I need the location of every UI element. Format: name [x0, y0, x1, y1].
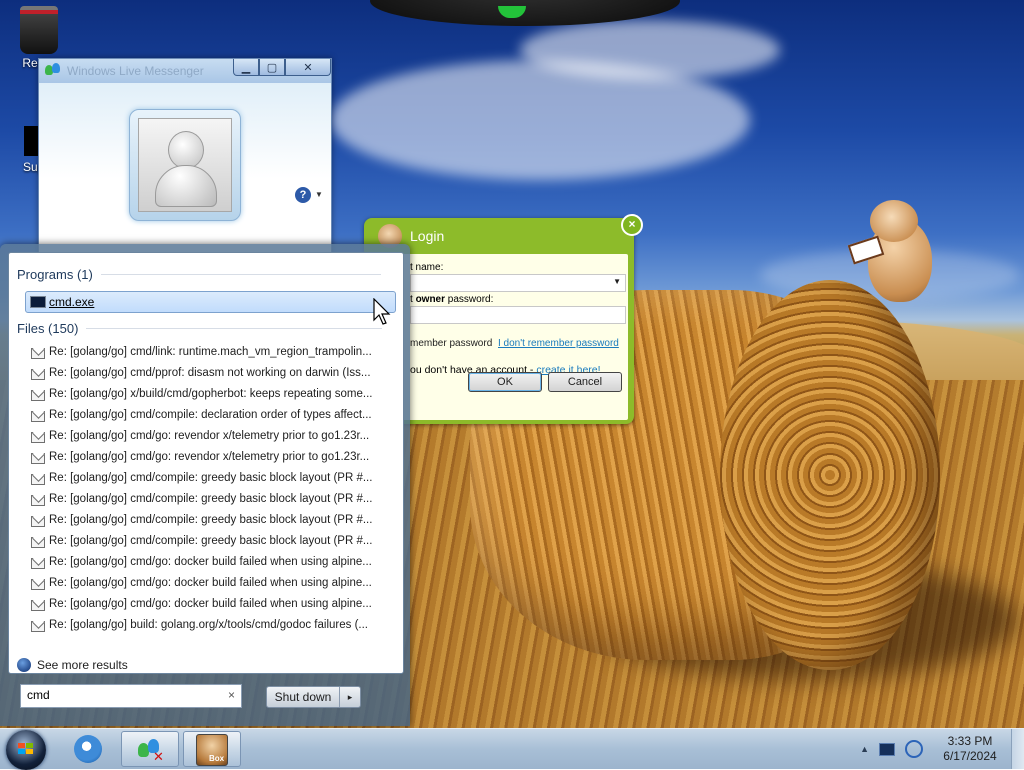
- shutdown-options-arrow-icon[interactable]: ▸: [340, 687, 360, 707]
- cloud: [520, 20, 780, 80]
- file-result-label: Re: [golang/go] cmd/go: revendor x/telem…: [49, 451, 370, 463]
- taskbar-item-messenger[interactable]: ✕: [121, 731, 179, 767]
- avatar[interactable]: [129, 109, 241, 221]
- login-close-button[interactable]: ×: [621, 214, 643, 236]
- file-result-label: Re: [golang/go] x/build/cmd/gopherbot: k…: [49, 388, 373, 400]
- email-message-icon: [31, 537, 45, 548]
- file-result-label: Re: [golang/go] cmd/compile: greedy basi…: [49, 472, 373, 484]
- help-icon[interactable]: ?: [295, 187, 311, 203]
- messenger-window[interactable]: Windows Live Messenger ▁ ▢ ✕ ? ▼: [38, 58, 332, 260]
- file-result-item[interactable]: Re: [golang/go] cmd/compile: declaration…: [25, 406, 395, 426]
- file-result-label: Re: [golang/go] cmd/compile: greedy basi…: [49, 514, 373, 526]
- email-message-icon: [31, 558, 45, 569]
- clear-search-icon[interactable]: ×: [228, 688, 235, 702]
- file-result-label: Re: [golang/go] cmd/go: docker build fai…: [49, 577, 372, 589]
- email-message-icon: [31, 579, 45, 590]
- password-field[interactable]: [410, 306, 626, 324]
- programs-header: Programs (1): [17, 267, 381, 282]
- email-message-icon: [31, 432, 45, 443]
- email-message-icon: [31, 390, 45, 401]
- see-more-label: See more results: [37, 658, 128, 672]
- search-orb-icon: [17, 658, 31, 672]
- file-result-label: Re: [golang/go] cmd/compile: greedy basi…: [49, 535, 373, 547]
- system-tray: ▲ 3:33 PM 6/17/2024: [860, 729, 1024, 769]
- files-header: Files (150): [17, 321, 383, 336]
- search-input-container[interactable]: ×: [20, 684, 242, 708]
- email-message-icon: [31, 411, 45, 422]
- minimize-button[interactable]: ▁: [233, 59, 259, 76]
- close-button[interactable]: ✕: [285, 59, 331, 76]
- clock-time: 3:33 PM: [947, 734, 993, 748]
- messenger-title: Windows Live Messenger: [67, 64, 204, 78]
- cancel-button[interactable]: Cancel: [548, 372, 622, 392]
- file-result-label: Re: [golang/go] cmd/go: docker build fai…: [49, 556, 372, 568]
- email-message-icon: [31, 474, 45, 485]
- show-desktop-button[interactable]: [1011, 729, 1024, 769]
- file-result-label: Re: [golang/go] build: golang.org/x/tool…: [49, 619, 368, 631]
- hamster-gadget[interactable]: [847, 200, 938, 302]
- ok-button[interactable]: OK: [468, 372, 542, 392]
- login-title: Login: [410, 228, 445, 244]
- shutdown-button[interactable]: Shut down: [267, 687, 340, 707]
- file-result-item[interactable]: Re: [golang/go] x/build/cmd/gopherbot: k…: [25, 385, 395, 405]
- taskbar: ✕ Box ▲ 3:33 PM 6/17/2024: [0, 728, 1024, 770]
- email-message-icon: [31, 495, 45, 506]
- cmd-icon: [30, 296, 46, 308]
- clock-date: 6/17/2024: [943, 749, 997, 763]
- ie-icon[interactable]: [74, 735, 102, 763]
- search-results-pane: Programs (1) cmd.exe Files (150) Re: [go…: [8, 252, 404, 674]
- start-menu[interactable]: Programs (1) cmd.exe Files (150) Re: [go…: [0, 244, 410, 726]
- forgot-password-link[interactable]: I don't remember password: [498, 338, 619, 349]
- file-result-item[interactable]: Re: [golang/go] cmd/compile: greedy basi…: [25, 511, 395, 531]
- clock[interactable]: 3:33 PM 6/17/2024: [935, 734, 1005, 764]
- file-result-item[interactable]: Re: [golang/go] cmd/go: docker build fai…: [25, 574, 395, 594]
- see-more-results-link[interactable]: See more results: [17, 658, 128, 672]
- remember-password-checkbox[interactable]: member password: [410, 338, 492, 349]
- messenger-titlebar[interactable]: Windows Live Messenger ▁ ▢ ✕: [39, 59, 331, 83]
- program-label: cmd.exe: [49, 295, 95, 309]
- file-result-label: Re: [golang/go] cmd/link: runtime.mach_v…: [49, 346, 372, 358]
- file-result-item[interactable]: Re: [golang/go] build: golang.org/x/tool…: [25, 616, 395, 636]
- taskbar-item-box[interactable]: Box: [183, 731, 241, 767]
- email-message-icon: [31, 369, 45, 380]
- file-result-item[interactable]: Re: [golang/go] cmd/compile: greedy basi…: [25, 532, 395, 552]
- file-result-item[interactable]: Re: [golang/go] cmd/compile: greedy basi…: [25, 469, 395, 489]
- email-message-icon: [31, 621, 45, 632]
- hamster-box-icon: Box: [196, 734, 228, 766]
- file-result-item[interactable]: Re: [golang/go] cmd/link: runtime.mach_v…: [25, 343, 395, 363]
- start-button[interactable]: [6, 730, 46, 770]
- chevron-down-icon: ▼: [613, 277, 621, 286]
- show-hidden-icons-icon[interactable]: ▲: [860, 744, 869, 754]
- messenger-logo-icon: [45, 63, 63, 77]
- email-message-icon: [31, 348, 45, 359]
- network-icon[interactable]: [905, 740, 923, 758]
- file-result-item[interactable]: Re: [golang/go] cmd/go: docker build fai…: [25, 553, 395, 573]
- file-result-label: Re: [golang/go] cmd/compile: greedy basi…: [49, 493, 373, 505]
- account-select[interactable]: ▼: [410, 274, 626, 292]
- email-message-icon: [31, 453, 45, 464]
- recycle-bin-icon: [20, 6, 58, 54]
- file-result-label: Re: [golang/go] cmd/go: revendor x/telem…: [49, 430, 370, 442]
- file-result-label: Re: [golang/go] cmd/go: docker build fai…: [49, 598, 372, 610]
- file-result-item[interactable]: Re: [golang/go] cmd/compile: greedy basi…: [25, 490, 395, 510]
- email-message-icon: [31, 516, 45, 527]
- shutdown-button-group: Shut down ▸: [266, 686, 361, 708]
- file-result-item[interactable]: Re: [golang/go] cmd/go: docker build fai…: [25, 595, 395, 615]
- file-result-label: Re: [golang/go] cmd/pprof: disasm not wo…: [49, 367, 371, 379]
- chevron-down-icon[interactable]: ▼: [315, 190, 323, 199]
- program-item-cmd[interactable]: cmd.exe: [25, 291, 396, 313]
- file-result-item[interactable]: Re: [golang/go] cmd/go: revendor x/telem…: [25, 427, 395, 447]
- windows-logo-icon: [18, 743, 34, 755]
- messenger-icon: ✕: [136, 737, 164, 764]
- file-result-item[interactable]: Re: [golang/go] cmd/go: revendor x/telem…: [25, 448, 395, 468]
- search-input[interactable]: [21, 685, 217, 705]
- email-message-icon: [31, 600, 45, 611]
- maximize-button[interactable]: ▢: [259, 59, 285, 76]
- file-result-label: Re: [golang/go] cmd/compile: declaration…: [49, 409, 372, 421]
- action-center-icon[interactable]: [879, 742, 895, 756]
- password-label: t owner password:: [410, 294, 494, 305]
- file-result-item[interactable]: Re: [golang/go] cmd/pprof: disasm not wo…: [25, 364, 395, 384]
- user-silhouette-icon: [168, 131, 204, 169]
- account-label: t name:: [410, 262, 444, 273]
